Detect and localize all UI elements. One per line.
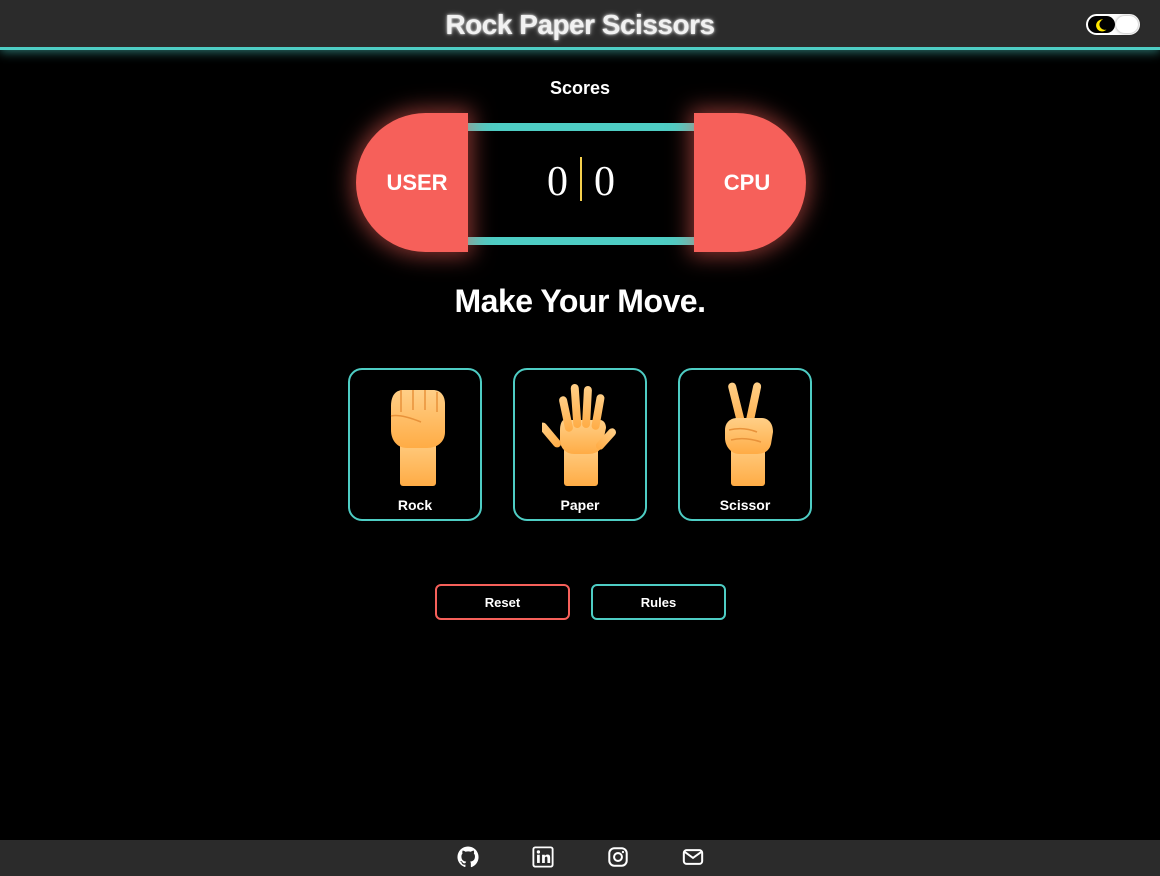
scoreboard-rail-top: [468, 123, 694, 131]
toggle-knob: [1116, 16, 1138, 33]
choice-label-paper: Paper: [560, 497, 600, 513]
scoreboard: USER 00 CPU: [356, 113, 806, 252]
score-display: 00: [468, 157, 694, 206]
fist-icon: [390, 390, 445, 486]
choice-label-scissor: Scissor: [719, 497, 771, 513]
theme-toggle[interactable]: [1086, 14, 1140, 35]
reset-button[interactable]: Reset: [435, 584, 570, 620]
rules-button[interactable]: Rules: [591, 584, 726, 620]
linkedin-icon[interactable]: [532, 846, 554, 868]
moon-icon: [1096, 19, 1107, 32]
victory-hand-icon: [725, 382, 773, 486]
header-bar: Rock Paper Scissors: [0, 0, 1160, 50]
score-separator: [580, 157, 582, 201]
instagram-icon[interactable]: [607, 846, 629, 868]
cpu-label: CPU: [694, 113, 806, 252]
choice-paper[interactable]: Paper: [513, 368, 647, 521]
github-icon[interactable]: [457, 846, 479, 868]
mail-icon[interactable]: [682, 846, 704, 868]
toggle-track: [1088, 16, 1115, 33]
choice-label-rock: Rock: [397, 497, 433, 513]
scoreboard-rail-bottom: [468, 237, 694, 245]
footer-bar: [0, 840, 1160, 876]
cpu-score: 0: [594, 159, 615, 205]
user-label: USER: [356, 113, 468, 252]
open-hand-icon: [542, 384, 617, 486]
scores-label: Scores: [549, 78, 611, 98]
user-score: 0: [547, 159, 568, 205]
move-prompt: Make Your Move.: [454, 283, 706, 319]
choice-rock[interactable]: Rock: [348, 368, 482, 521]
app-title: Rock Paper Scissors: [445, 9, 715, 40]
choice-scissor[interactable]: Scissor: [678, 368, 812, 521]
